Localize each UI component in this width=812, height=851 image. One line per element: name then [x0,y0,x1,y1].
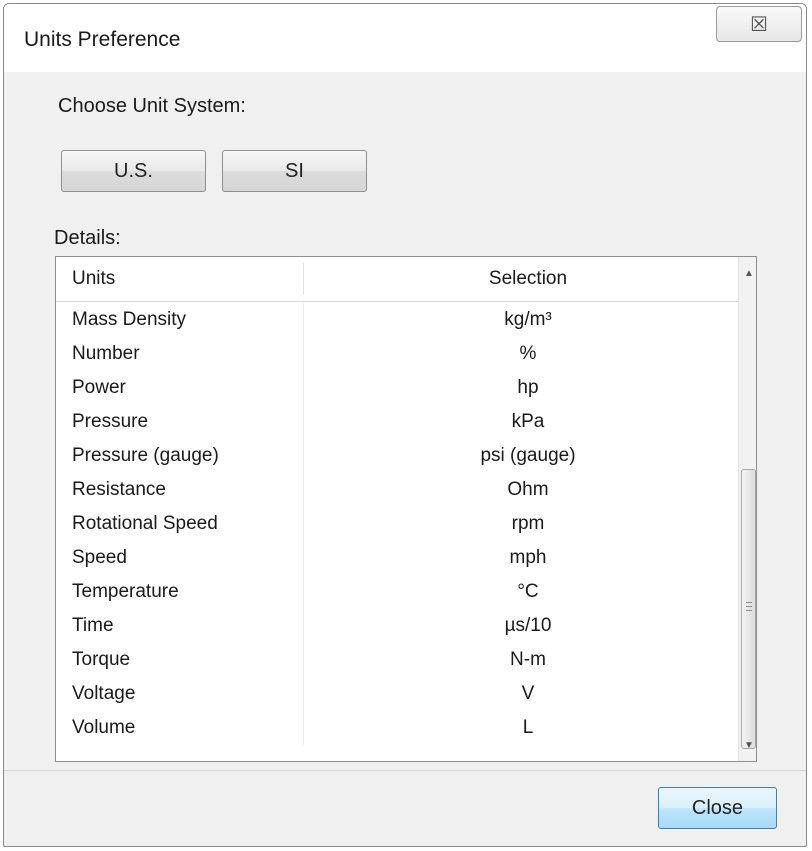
table-row[interactable]: Rotational Speed rpm [56,507,738,541]
vertical-scrollbar[interactable]: ▲ ▼ [738,257,756,761]
details-label: Details: [54,227,121,249]
table-row[interactable]: Temperature °C [56,575,738,609]
unit-name-cell: Pressure (gauge) [72,445,219,466]
table-body: Mass Density kg/m³ Number% Power hp Pressure k… [56,303,738,745]
table-row[interactable]: Resistance Ohm [56,473,738,507]
close-icon[interactable]: ☒ [716,6,802,42]
unit-name-cell: Resistance [72,479,166,500]
close-button[interactable]: Close [658,787,777,829]
table-row[interactable]: Number% [56,337,738,371]
unit-selection-cell[interactable]: °C [303,581,753,603]
table-row[interactable]: Pressure kPa [56,405,738,439]
unit-selection-cell[interactable]: L [303,717,753,739]
unit-name-cell: Mass Density [72,309,187,330]
unit-selection-cell[interactable]: % [303,343,753,365]
si-units-button[interactable]: SI [222,150,367,192]
unit-name-cell: Power [72,377,126,398]
unit-name-cell: Temperature [72,581,179,602]
scroll-down-arrow-icon[interactable]: ▼ [739,735,756,755]
table-header: Units Selection [56,257,756,302]
unit-name-cell: Voltage [72,683,136,704]
unit-system-label: Choose Unit System: [58,95,246,117]
table-row[interactable]: Mass Density kg/m³ [56,303,738,337]
unit-name-cell: Volume [72,717,136,738]
footer-divider [4,770,806,771]
unit-selection-cell[interactable]: kg/m³ [303,309,753,331]
table-row[interactable]: Volume L [56,711,738,745]
unit-name-cell: Time [72,615,114,636]
unit-name-cell: Pressure [72,411,149,432]
window-title: Units Preference [24,28,181,51]
details-table[interactable]: Units Selection Mass Density kg/m³ Number%… [55,256,757,762]
table-row[interactable]: Speed mph [56,541,738,575]
unit-name-cell: Speed [72,547,127,568]
dialog-body: Choose Unit System: U.S. SI Details: Uni… [24,72,787,770]
table-row[interactable]: Power hp [56,371,738,405]
unit-selection-cell[interactable]: psi (gauge) [303,445,753,467]
table-row[interactable]: Torque N-m [56,643,738,677]
column-header-selection[interactable]: Selection [303,257,753,301]
unit-selection-cell[interactable]: Ohm [303,479,753,501]
unit-name-cell: Number [72,343,140,364]
unit-selection-cell[interactable]: rpm [303,513,753,535]
unit-name-cell: Rotational Speed [72,513,218,534]
title-bar[interactable]: Units Preference ☒ [4,4,806,72]
table-row[interactable]: Time µs/10 [56,609,738,643]
table-row[interactable]: Voltage V [56,677,738,711]
unit-selection-cell[interactable]: kPa [303,411,753,433]
unit-selection-cell[interactable]: N-m [303,649,753,671]
close-icon-glyph: ☒ [750,13,768,36]
scroll-up-arrow-icon[interactable]: ▲ [739,263,756,283]
scrollbar-grip-icon [746,602,752,614]
us-units-button[interactable]: U.S. [61,150,206,192]
unit-selection-cell[interactable]: mph [303,547,753,569]
column-header-units[interactable]: Units [72,257,115,301]
scrollbar-thumb[interactable] [741,469,756,749]
unit-selection-cell[interactable]: µs/10 [303,615,753,637]
table-row[interactable]: Pressure (gauge) psi (gauge) [56,439,738,473]
unit-name-cell: Torque [72,649,131,670]
unit-selection-cell[interactable]: hp [303,377,753,399]
unit-selection-cell[interactable]: V [303,683,753,705]
units-preference-dialog: Units Preference ☒ Choose Unit System: U… [3,3,807,847]
